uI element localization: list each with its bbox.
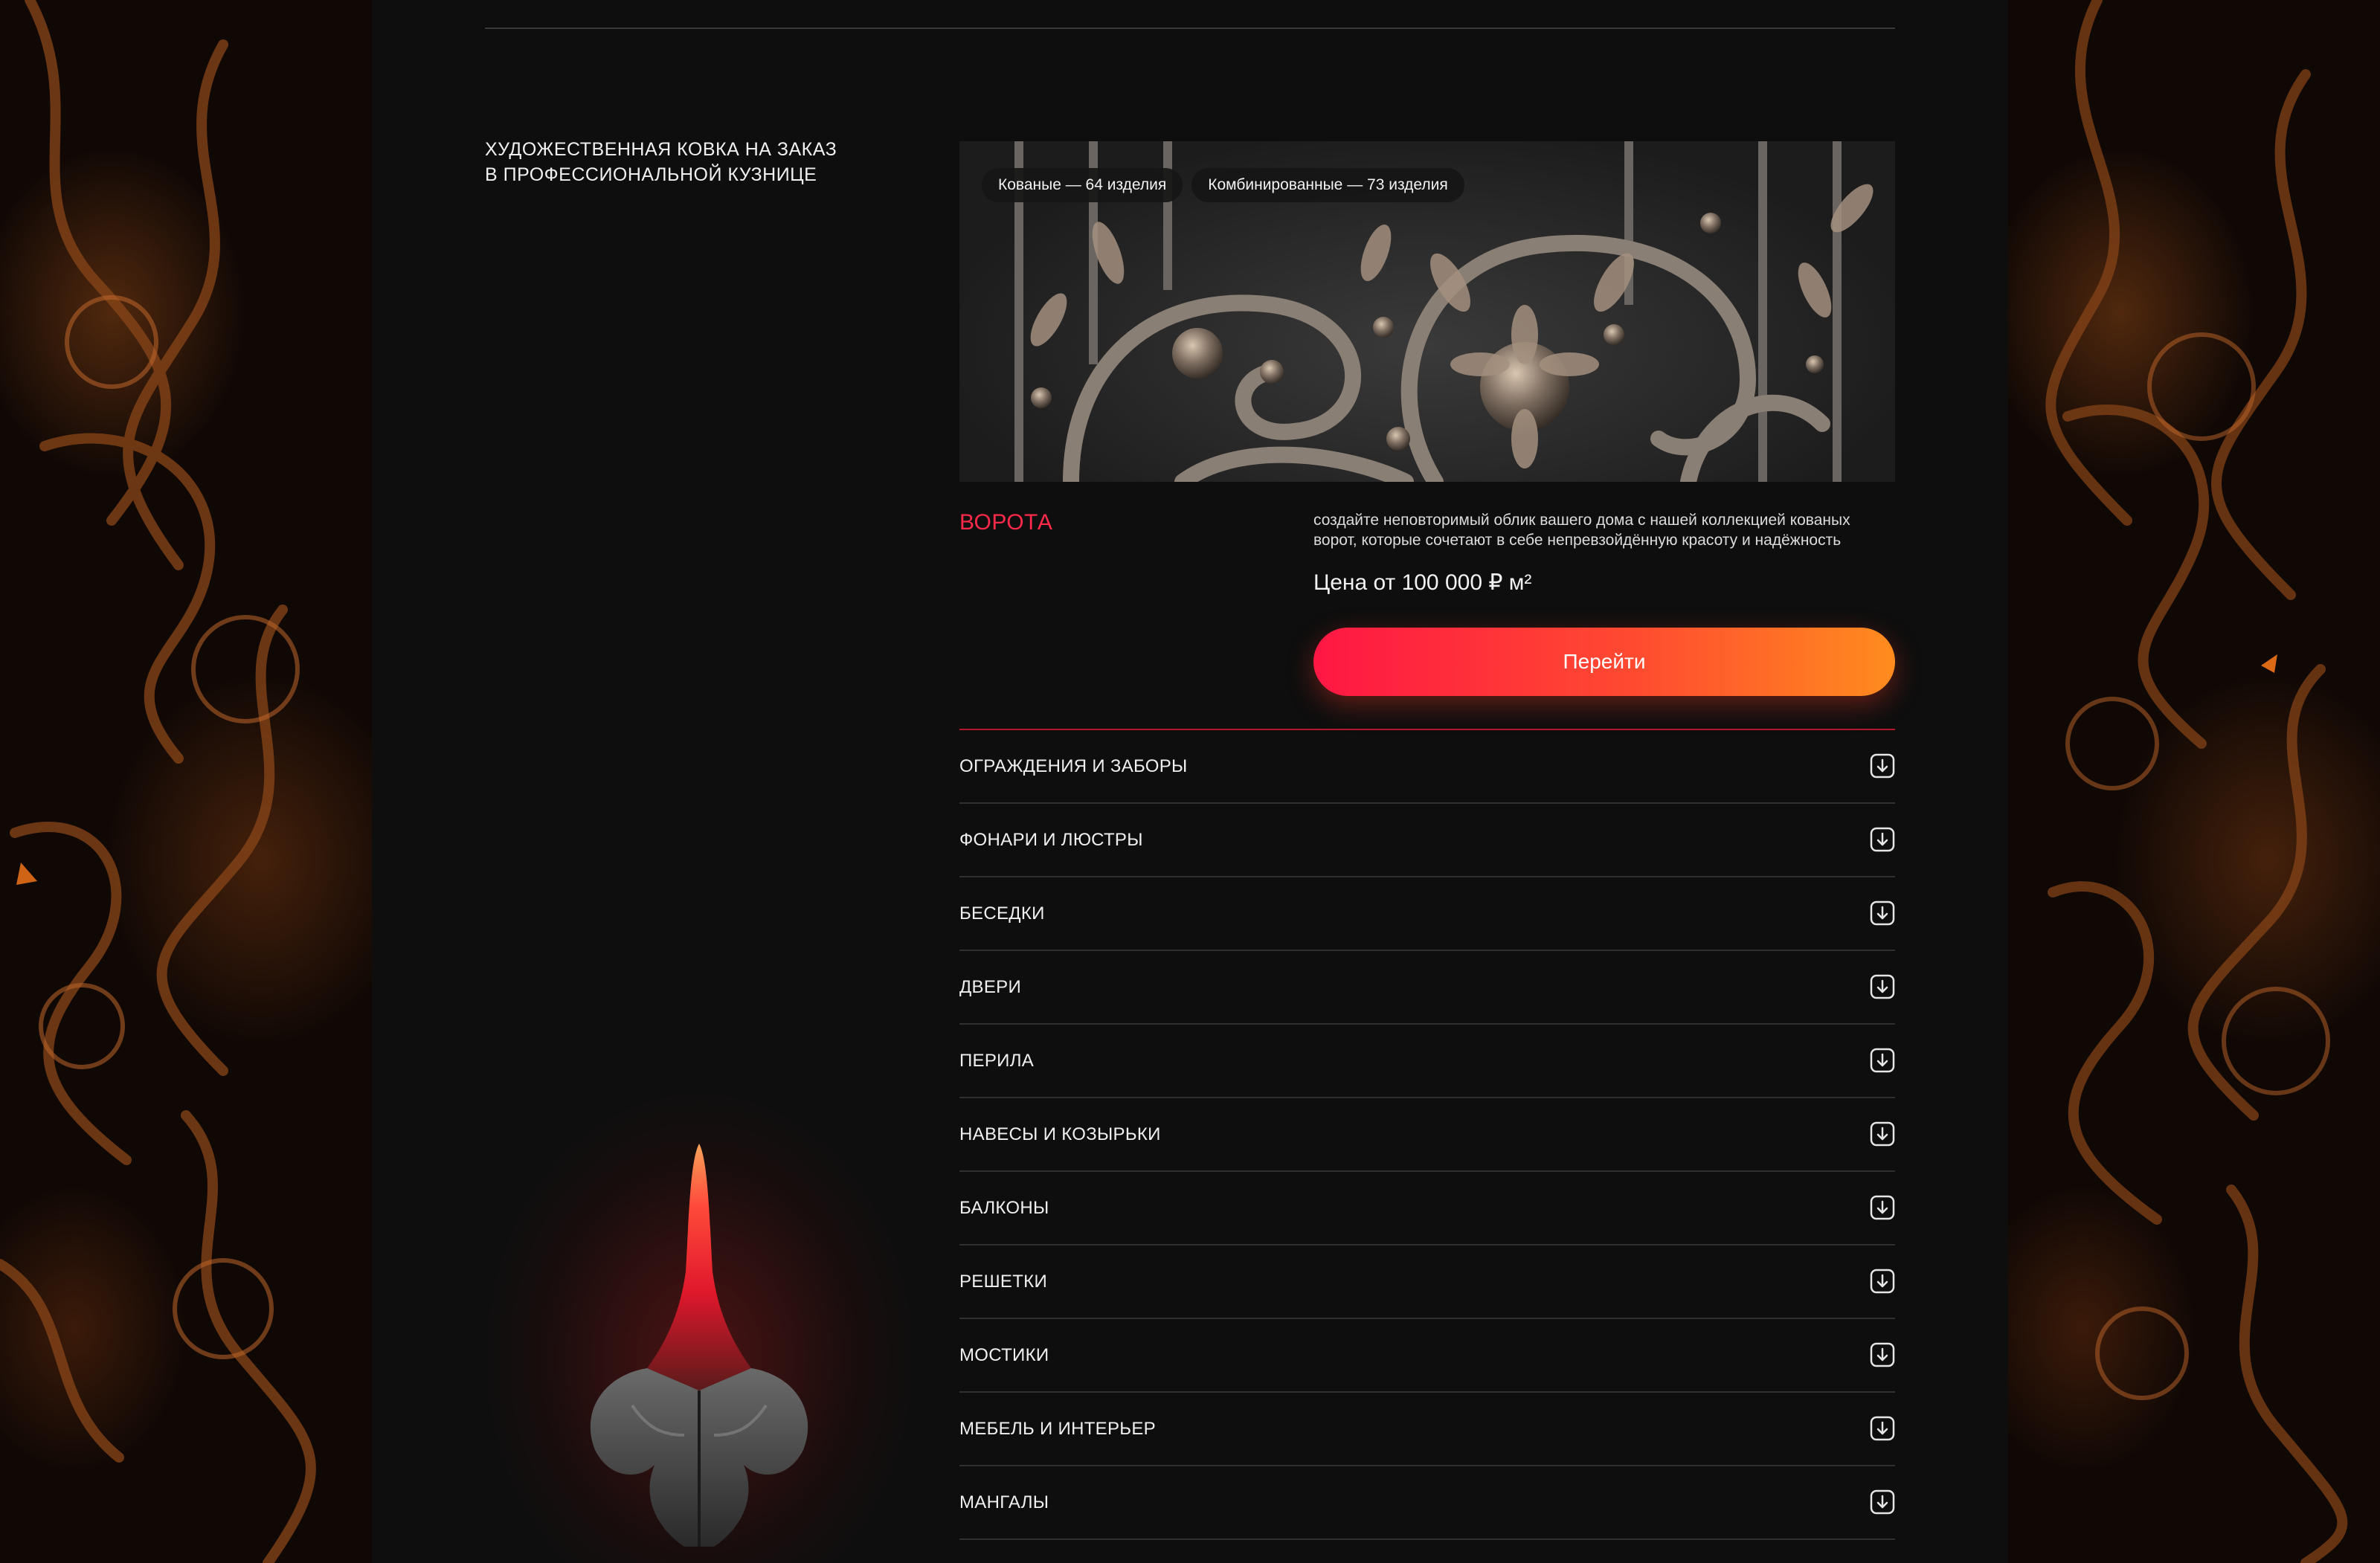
category-label: БАЛКОНЫ	[959, 1198, 1049, 1218]
category-label: ДВЕРИ	[959, 977, 1022, 997]
chip-combined-count[interactable]: Комбинированные — 73 изделия	[1191, 168, 1464, 202]
arrow-down-square-icon[interactable]	[1870, 1342, 1895, 1367]
description-line-2: ворот, которые сочетают в себе непревзой…	[1313, 532, 1842, 549]
featured-category-image[interactable]: Кованые — 64 изделия Комбинированные — 7…	[959, 141, 1895, 482]
chip-forged-count[interactable]: Кованые — 64 изделия	[982, 168, 1183, 202]
category-row-gazebos[interactable]: БЕСЕДКИ	[959, 877, 1895, 951]
arrow-down-square-icon[interactable]	[1870, 1416, 1895, 1441]
arrow-down-square-icon[interactable]	[1870, 1121, 1895, 1147]
featured-category-title[interactable]: ВОРОТА	[959, 510, 1052, 535]
arrow-down-square-icon[interactable]	[1870, 1048, 1895, 1073]
price-label: Цена от 100 000 ₽ м²	[1313, 570, 1532, 595]
category-label: МАНГАЛЫ	[959, 1492, 1049, 1512]
go-button[interactable]: Перейти	[1313, 628, 1895, 696]
category-label: БЕСЕДКИ	[959, 903, 1045, 924]
category-row-balconies[interactable]: БАЛКОНЫ	[959, 1172, 1895, 1245]
description-line-1: создайте неповторимый облик вашего дома …	[1313, 512, 1850, 529]
category-label: НАВЕСЫ И КОЗЫРЬКИ	[959, 1124, 1161, 1144]
featured-category-description: создайте неповторимый облик вашего дома …	[1313, 510, 1908, 550]
decorative-ironwork-left	[0, 0, 372, 1563]
arrow-down-square-icon[interactable]	[1870, 1269, 1895, 1294]
decorative-ironwork-right	[2008, 0, 2380, 1563]
top-divider	[485, 28, 1895, 29]
category-row-canopies[interactable]: НАВЕСЫ И КОЗЫРЬКИ	[959, 1098, 1895, 1172]
ironwork-ornament-right	[2045, 0, 2348, 1563]
category-label: ПЕРИЛА	[959, 1051, 1035, 1071]
category-label: РЕШЕТКИ	[959, 1272, 1048, 1292]
ironwork-ornament-left	[0, 0, 316, 1563]
category-row-fences[interactable]: ОГРАЖДЕНИЯ И ЗАБОРЫ	[959, 730, 1895, 804]
category-row-grills[interactable]: МАНГАЛЫ	[959, 1466, 1895, 1540]
arrow-down-square-icon[interactable]	[1870, 1489, 1895, 1515]
tagline-line-2: В ПРОФЕССИОНАЛЬНОЙ КУЗНИЦЕ	[485, 164, 817, 185]
product-count-chips: Кованые — 64 изделия Комбинированные — 7…	[982, 168, 1464, 202]
category-label: ОГРАЖДЕНИЯ И ЗАБОРЫ	[959, 756, 1188, 776]
arrow-down-square-icon[interactable]	[1870, 974, 1895, 999]
category-row-doors[interactable]: ДВЕРИ	[959, 951, 1895, 1025]
category-label: МОСТИКИ	[959, 1345, 1049, 1365]
forged-finial-image	[590, 1144, 808, 1547]
category-row-furniture[interactable]: МЕБЕЛЬ И ИНТЕРЬЕР	[959, 1393, 1895, 1466]
category-row-grilles[interactable]: РЕШЕТКИ	[959, 1245, 1895, 1319]
category-row-bridges[interactable]: МОСТИКИ	[959, 1319, 1895, 1393]
arrow-down-square-icon[interactable]	[1870, 753, 1895, 779]
category-label: ФОНАРИ И ЛЮСТРЫ	[959, 830, 1143, 850]
category-row-railings[interactable]: ПЕРИЛА	[959, 1025, 1895, 1098]
arrow-down-square-icon[interactable]	[1870, 1195, 1895, 1220]
arrow-down-square-icon[interactable]	[1870, 900, 1895, 926]
main-content: ХУДОЖЕСТВЕННАЯ КОВКА НА ЗАКАЗ В ПРОФЕССИ…	[372, 0, 2008, 1563]
arrow-down-square-icon[interactable]	[1870, 827, 1895, 852]
category-row-lanterns[interactable]: ФОНАРИ И ЛЮСТРЫ	[959, 804, 1895, 877]
tagline-line-1: ХУДОЖЕСТВЕННАЯ КОВКА НА ЗАКАЗ	[485, 139, 837, 160]
page-tagline: ХУДОЖЕСТВЕННАЯ КОВКА НА ЗАКАЗ В ПРОФЕССИ…	[485, 137, 872, 187]
category-label: МЕБЕЛЬ И ИНТЕРЬЕР	[959, 1419, 1156, 1439]
category-list: ОГРАЖДЕНИЯ И ЗАБОРЫ ФОНАРИ И ЛЮСТРЫ БЕСЕ…	[959, 729, 1895, 1540]
